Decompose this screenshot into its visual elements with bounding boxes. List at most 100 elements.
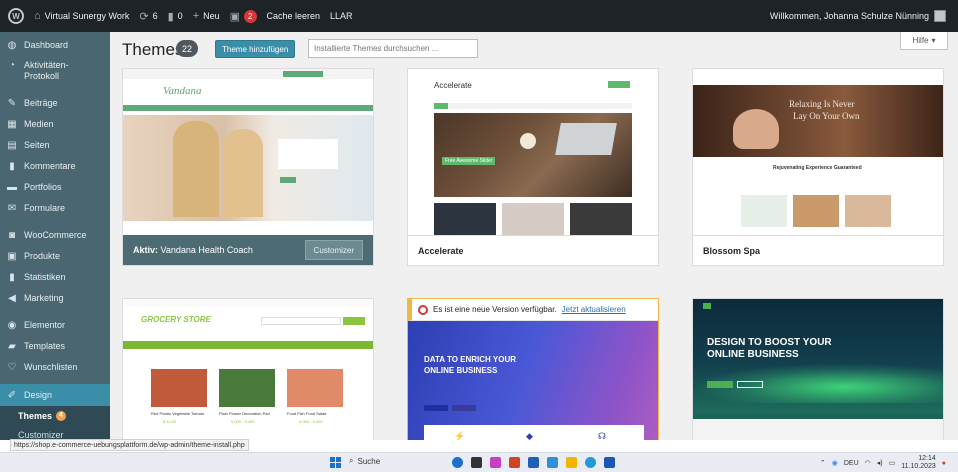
menu-portfolios[interactable]: ▬ Portfolios (0, 182, 110, 193)
theme-name: Accelerate (418, 245, 464, 256)
comments-link[interactable]: ▮ 0 (168, 10, 183, 23)
theme-search-input[interactable] (308, 39, 478, 58)
brush-icon: ✐ (7, 389, 17, 401)
bolt-icon: ⚡ (454, 431, 466, 440)
menu-marketing[interactable]: ◀ Marketing (0, 293, 110, 304)
elementor-icon: ◉ (7, 320, 17, 331)
theme-footer: Aktiv: Vandana Health Coach Customizer (123, 235, 373, 265)
battery-icon[interactable]: ▭ (889, 459, 896, 467)
chevron-up-icon[interactable]: ⌃ (820, 459, 826, 467)
theme-card-vandana[interactable]: Vandana Aktiv: Vandana Health Coach Cust… (122, 68, 374, 266)
wordpress-logo[interactable]: W (8, 8, 24, 24)
menu-media[interactable]: ▦ Medien (0, 119, 110, 130)
page-title: Themes (122, 40, 184, 59)
refresh-icon: ⟳ (139, 10, 149, 23)
explorer-icon[interactable] (566, 457, 577, 468)
caret-down-icon: ▾ (931, 35, 936, 45)
chart-icon: ▮ (9, 272, 15, 283)
greeting-text: Willkommen, Johanna Schulze Nünning (769, 11, 929, 21)
design-submenu: Themes 4 Customizer (0, 406, 110, 440)
wifi-icon[interactable]: ◠ (865, 459, 871, 467)
status-bar-url: https://shop.e-commerce-uebungsplattform… (10, 439, 249, 451)
plugin-notice-link[interactable]: ▣ 2 (230, 9, 257, 23)
media-icon: ▦ (7, 119, 17, 130)
menu-wishlists[interactable]: ♡ Wunschlisten (0, 362, 110, 373)
windows-start-icon[interactable] (330, 457, 341, 468)
new-content-link[interactable]: + Neu (193, 10, 220, 22)
comment-icon: ▮ (167, 10, 174, 23)
home-icon: ⌂ (34, 10, 41, 22)
menu-dashboard[interactable]: ◍ Dashboard (0, 40, 110, 51)
theme-card-boost[interactable]: DESIGN TO BOOST YOUR ONLINE BUSINESS (692, 298, 944, 440)
powerpoint-icon[interactable] (509, 457, 520, 468)
theme-card-grocery-store[interactable]: GROCERY STORE Red Potato Vegetable Tomat… (122, 298, 374, 440)
menu-design[interactable]: ✐ Design (0, 384, 110, 406)
task-view-icon[interactable] (471, 457, 482, 468)
themes-update-badge: 4 (56, 411, 66, 421)
menu-comments[interactable]: ▮ Kommentare (0, 161, 110, 172)
page-icon: ▤ (7, 140, 17, 151)
folder-icon: ▬ (7, 182, 17, 193)
system-tray: ⌃ ◉ DEU ◠ ◂) ▭ 12:14 11.10.2023 ● (820, 455, 946, 471)
theme-card-data[interactable]: Es ist eine neue Version verfügbar. Jetz… (407, 298, 659, 440)
megaphone-icon: ◀ (8, 293, 16, 304)
theme-screenshot: Relaxing Is Never Lay On Your Own Rejuve… (693, 69, 943, 237)
menu-templates[interactable]: ▰ Templates (0, 341, 110, 352)
help-button[interactable]: Hilfe ▾ (900, 32, 948, 50)
menu-posts[interactable]: ✎ Beiträge (0, 98, 110, 109)
theme-name: Vandana Health Coach (160, 245, 253, 255)
pin-icon: ✎ (7, 98, 17, 109)
woo-icon: ◙ (8, 230, 16, 241)
theme-screenshot: Accelerate Free Awesome Slider (408, 69, 658, 237)
edge-icon[interactable] (585, 457, 596, 468)
settings-app-icon[interactable] (528, 457, 539, 468)
wordpress-icon: W (8, 8, 24, 24)
menu-products[interactable]: ▣ Produkte (0, 251, 110, 262)
language-indicator[interactable]: DEU (844, 460, 859, 467)
theme-footer: Accelerate (408, 235, 658, 265)
speaker-icon[interactable]: ◂) (877, 459, 883, 467)
outlook-icon[interactable] (604, 457, 615, 468)
windows-taskbar: ⌕ Suche ⌃ ◉ DEU ◠ ◂) ▭ 12:14 11.10.2023 ● (0, 452, 958, 472)
copilot-icon[interactable] (452, 457, 463, 468)
admin-bar: W ⌂ Virtual Sunergy Work ⟳ 6 ▮ 0 + Neu ▣ 2 Ca… (0, 0, 958, 32)
theme-screenshot: DESIGN TO BOOST YOUR ONLINE BUSINESS (693, 299, 943, 440)
theme-screenshot: Vandana (123, 69, 373, 237)
menu-activity-log[interactable]: ◔ Aktivitäten- Protokoll (0, 60, 110, 82)
menu-woocommerce[interactable]: ◙ WooCommerce (0, 230, 110, 241)
taskbar-search[interactable]: ⌕ Suche (349, 456, 380, 466)
menu-forms[interactable]: ✉ Formulare (0, 203, 110, 214)
teams-icon[interactable] (490, 457, 501, 468)
avatar (934, 10, 946, 22)
admin-sidebar: ◍ Dashboard ◔ Aktivitäten- Protokoll ✎ Beitr… (0, 32, 110, 440)
themes-page: Themes 22 Theme hinzufügen Hilfe▾ Vandan… (110, 32, 958, 440)
llar-link[interactable]: LLAR (330, 11, 353, 21)
menu-statistics[interactable]: ▮ Statistiken (0, 272, 110, 283)
theme-card-accelerate[interactable]: Accelerate Free Awesome Slider Accelerat… (407, 68, 659, 266)
theme-footer: Blossom Spa (693, 235, 943, 265)
update-notice: Es ist eine neue Version verfügbar. Jetz… (408, 299, 658, 321)
customize-button[interactable]: Customizer (304, 240, 363, 260)
account-menu[interactable]: Willkommen, Johanna Schulze Nünning (770, 0, 946, 32)
dashboard-icon: ◍ (7, 40, 17, 51)
clock[interactable]: 12:14 11.10.2023 (901, 455, 936, 471)
update-now-link[interactable]: Jetzt aktualisieren (562, 305, 626, 314)
updates-link[interactable]: ⟳ 6 (139, 10, 157, 23)
comment-icon: ▮ (9, 161, 15, 172)
menu-elementor[interactable]: ◉ Elementor (0, 320, 110, 331)
remote-icon[interactable] (547, 457, 558, 468)
clock-icon: ◔ (8, 60, 16, 71)
add-theme-button[interactable]: Theme hinzufügen (215, 40, 296, 58)
diamond-icon: ◆ (526, 431, 533, 440)
site-name-link[interactable]: ⌂ Virtual Sunergy Work (34, 10, 129, 22)
theme-card-blossom-spa[interactable]: Relaxing Is Never Lay On Your Own Rejuve… (692, 68, 944, 266)
chrome-icon[interactable]: ◉ (832, 459, 838, 467)
notification-bell-icon[interactable]: ● (942, 460, 946, 467)
search-icon: ⌕ (349, 456, 354, 465)
cache-clear-link[interactable]: Cache leeren (267, 11, 321, 21)
refresh-alert-icon (418, 304, 428, 315)
submenu-themes[interactable]: Themes 4 (0, 411, 66, 421)
menu-pages[interactable]: ▤ Seiten (0, 140, 110, 151)
theme-screenshot: DATA TO ENRICH YOUR ONLINE BUSINESS ⚡ ◆ … (408, 321, 658, 440)
box-icon: ▣ (7, 251, 17, 262)
